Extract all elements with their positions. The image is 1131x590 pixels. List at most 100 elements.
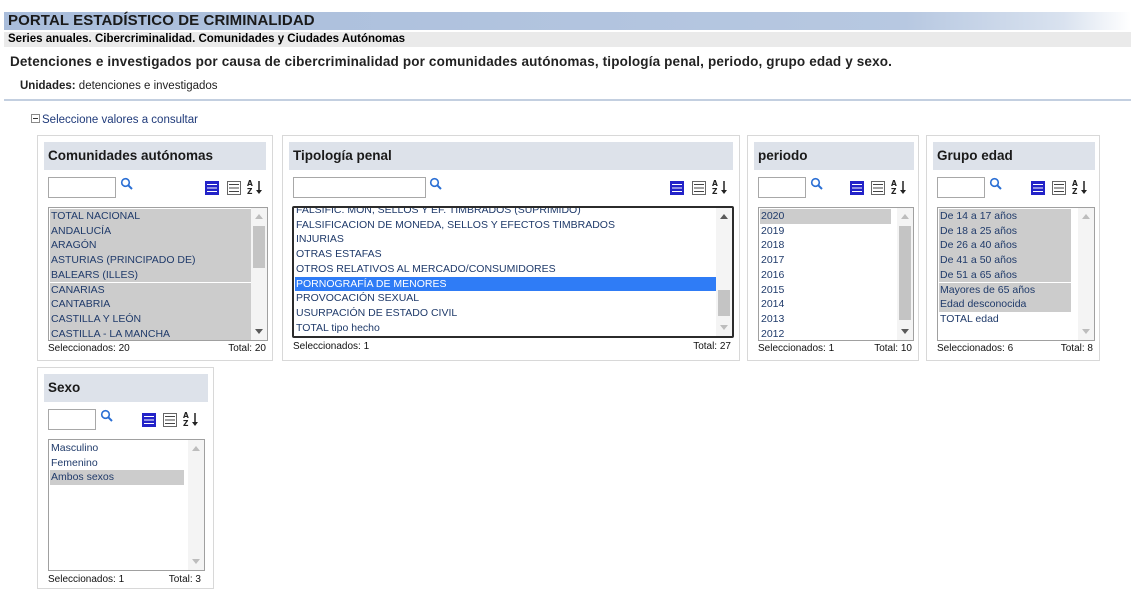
- scroll-down-icon[interactable]: [720, 325, 728, 330]
- magnifier-icon[interactable]: [100, 409, 114, 423]
- magnifier-icon[interactable]: [120, 177, 134, 191]
- scroll-up-icon[interactable]: [255, 214, 263, 219]
- scroll-down-icon[interactable]: [192, 559, 200, 564]
- selected-count: Seleccionados: 6: [937, 343, 1014, 354]
- list-item[interactable]: CANTABRIA: [50, 297, 252, 312]
- list-item[interactable]: Femenino: [50, 456, 184, 471]
- sort-az-icon[interactable]: AZ: [183, 411, 199, 427]
- sort-az-icon[interactable]: AZ: [712, 179, 728, 195]
- panel-title-sexo: Sexo: [44, 374, 208, 402]
- listbox-periodo[interactable]: 2020 2019 2018 2017 2016 2015 2014 2013 2012: [758, 207, 914, 341]
- scrollbar[interactable]: [1078, 208, 1094, 340]
- list-item[interactable]: 2018: [760, 238, 891, 253]
- panel-comunidades: Comunidades autónomas AZ TOTAL NACIONAL A…: [37, 135, 273, 361]
- listbox-grupo-edad[interactable]: De 14 a 17 años De 18 a 25 años De 26 a 40…: [937, 207, 1095, 341]
- sort-az-icon[interactable]: AZ: [1072, 179, 1088, 195]
- listbox-tipologia[interactable]: FALSIFIC. MON, SELLOS Y EF. TIMBRADOS (S…: [292, 206, 734, 338]
- scrollbar[interactable]: [188, 440, 204, 570]
- list-item[interactable]: 2013: [760, 312, 891, 327]
- scroll-up-icon[interactable]: [720, 214, 728, 219]
- list-item[interactable]: 2012: [760, 327, 891, 340]
- select-all-icon[interactable]: [1030, 180, 1046, 196]
- list-item[interactable]: ANDALUCÍA: [50, 223, 252, 239]
- list-item[interactable]: 2016: [760, 268, 891, 283]
- scrollbar[interactable]: [897, 208, 913, 340]
- list-item[interactable]: TOTAL tipo hecho: [295, 321, 716, 336]
- list-item[interactable]: OTROS RELATIVOS AL MERCADO/CONSUMIDORES: [295, 262, 716, 277]
- list-item[interactable]: CASTILLA - LA MANCHA: [50, 326, 252, 340]
- listbox-sexo[interactable]: Masculino Femenino Ambos sexos: [48, 439, 205, 571]
- deselect-all-icon[interactable]: [226, 180, 242, 196]
- magnifier-icon[interactable]: [989, 177, 1003, 191]
- sort-az-icon[interactable]: AZ: [891, 179, 907, 195]
- select-values-toggle[interactable]: Seleccione valores a consultar: [31, 114, 198, 126]
- svg-text:Z: Z: [183, 419, 189, 427]
- header-divider: [4, 99, 1131, 101]
- list-item[interactable]: CANARIAS: [50, 282, 252, 298]
- select-all-icon[interactable]: [849, 180, 865, 196]
- list-item[interactable]: De 26 a 40 años: [939, 238, 1071, 254]
- collapse-icon[interactable]: [31, 114, 40, 123]
- search-input-tipologia[interactable]: [293, 177, 426, 198]
- list-item[interactable]: Masculino: [50, 441, 184, 456]
- select-all-icon[interactable]: [669, 180, 685, 196]
- list-item[interactable]: TOTAL edad: [939, 312, 1071, 327]
- list-item[interactable]: ARAGÓN: [50, 238, 252, 254]
- list-item[interactable]: Mayores de 65 años: [939, 282, 1071, 298]
- list-item[interactable]: ASTURIAS (PRINCIPADO DE): [50, 253, 252, 268]
- list-item[interactable]: CASTILLA Y LEÓN: [50, 311, 252, 327]
- selected-count: Seleccionados: 1: [48, 574, 125, 585]
- select-all-icon[interactable]: [141, 412, 157, 428]
- list-item[interactable]: OTRAS ESTAFAS: [295, 247, 716, 262]
- scrollbar-thumb[interactable]: [899, 226, 911, 320]
- deselect-all-icon[interactable]: [870, 180, 886, 196]
- series-subtitle: Series anuales. Cibercriminalidad. Comun…: [4, 32, 1131, 47]
- scrollbar-thumb[interactable]: [253, 226, 265, 268]
- magnifier-icon[interactable]: [810, 177, 824, 191]
- list-item[interactable]: De 14 a 17 años: [939, 209, 1071, 224]
- list-item[interactable]: 2014: [760, 297, 891, 312]
- panel-grupo-edad: Grupo edad AZ De 14 a 17 años De 18 a 25 …: [926, 135, 1100, 361]
- list-item[interactable]: 2017: [760, 253, 891, 268]
- list-item[interactable]: 2019: [760, 224, 891, 239]
- sort-az-icon[interactable]: AZ: [247, 179, 263, 195]
- deselect-all-icon[interactable]: [1051, 180, 1067, 196]
- portal-title: PORTAL ESTADÍSTICO DE CRIMINALIDAD: [8, 12, 315, 29]
- search-input-comunidades[interactable]: [48, 177, 116, 198]
- list-item[interactable]: De 51 a 65 años: [939, 267, 1071, 283]
- search-input-sexo[interactable]: [48, 409, 96, 430]
- list-item[interactable]: Ambos sexos: [50, 470, 184, 486]
- listbox-comunidades[interactable]: TOTAL NACIONAL ANDALUCÍA ARAGÓN ASTURIAS (P…: [48, 207, 268, 341]
- search-input-grupo-edad[interactable]: [937, 177, 985, 198]
- select-all-icon[interactable]: [204, 180, 220, 196]
- scroll-down-icon[interactable]: [255, 329, 263, 334]
- list-item[interactable]: De 18 a 25 años: [939, 223, 1071, 239]
- scrollbar[interactable]: [716, 208, 732, 336]
- list-item[interactable]: INJURIAS: [295, 232, 716, 247]
- scrollbar[interactable]: [251, 208, 267, 340]
- list-item[interactable]: FALSIFICACION DE MONEDA, SELLOS Y EFECTO…: [295, 218, 716, 233]
- list-item[interactable]: Edad desconocida: [939, 297, 1071, 312]
- list-item[interactable]: PROVOCACIÓN SEXUAL: [295, 291, 716, 306]
- total-count: Total: 8: [1060, 343, 1093, 354]
- scroll-down-icon[interactable]: [901, 329, 909, 334]
- scroll-up-icon[interactable]: [901, 214, 909, 219]
- list-item[interactable]: PORNOGRAFÍA DE MENORES: [295, 276, 716, 292]
- search-input-periodo[interactable]: [758, 177, 806, 198]
- list-item[interactable]: De 41 a 50 años: [939, 253, 1071, 268]
- list-item[interactable]: TOTAL NACIONAL: [50, 209, 252, 224]
- scrollbar-thumb[interactable]: [718, 290, 730, 316]
- select-values-label[interactable]: Seleccione valores a consultar: [42, 114, 198, 126]
- list-item[interactable]: 2020: [760, 209, 891, 224]
- scroll-down-icon[interactable]: [1082, 329, 1090, 334]
- list-item[interactable]: 2015: [760, 283, 891, 298]
- list-item[interactable]: FALSIFIC. MON, SELLOS Y EF. TIMBRADOS (S…: [295, 208, 716, 218]
- scroll-up-icon[interactable]: [1082, 214, 1090, 219]
- deselect-all-icon[interactable]: [162, 412, 178, 428]
- deselect-all-icon[interactable]: [691, 180, 707, 196]
- list-item[interactable]: BALEARS (ILLES): [50, 267, 252, 283]
- panel-sexo: Sexo AZ Masculino Femenino Ambos sexos Sel…: [37, 367, 214, 589]
- scroll-up-icon[interactable]: [192, 446, 200, 451]
- list-item[interactable]: USURPACIÓN DE ESTADO CIVIL: [295, 306, 716, 321]
- magnifier-icon[interactable]: [429, 177, 443, 191]
